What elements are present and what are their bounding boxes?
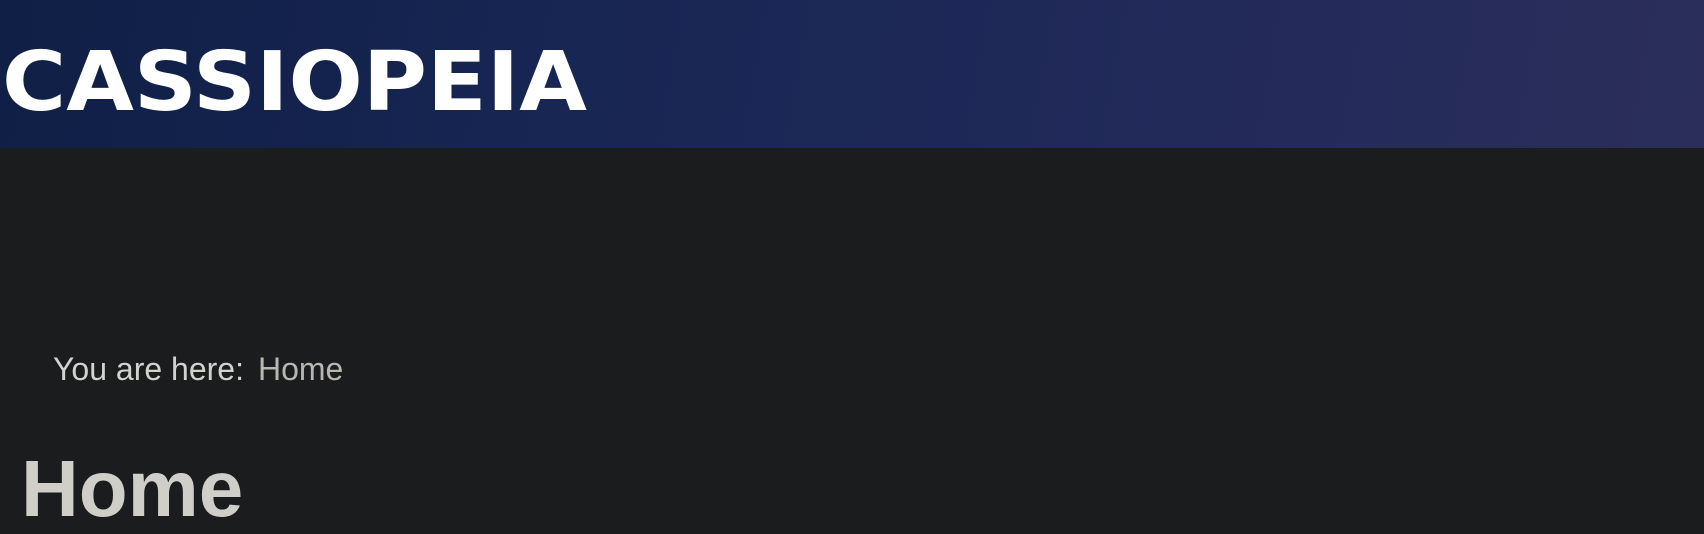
site-header: CASSIOPEIA [0, 0, 1704, 148]
breadcrumb-current-page: Home [257, 351, 344, 387]
breadcrumb-prefix: You are here: [53, 351, 244, 387]
site-brand-link[interactable]: CASSIOPEIA [2, 36, 592, 120]
main-content: You are here: Home Home [0, 148, 1704, 533]
breadcrumb: You are here: Home [53, 349, 343, 389]
site-logo: CASSIOPEIA [2, 36, 588, 120]
page-title: Home [21, 444, 244, 533]
site-logo-text: CASSIOPEIA [2, 36, 588, 120]
